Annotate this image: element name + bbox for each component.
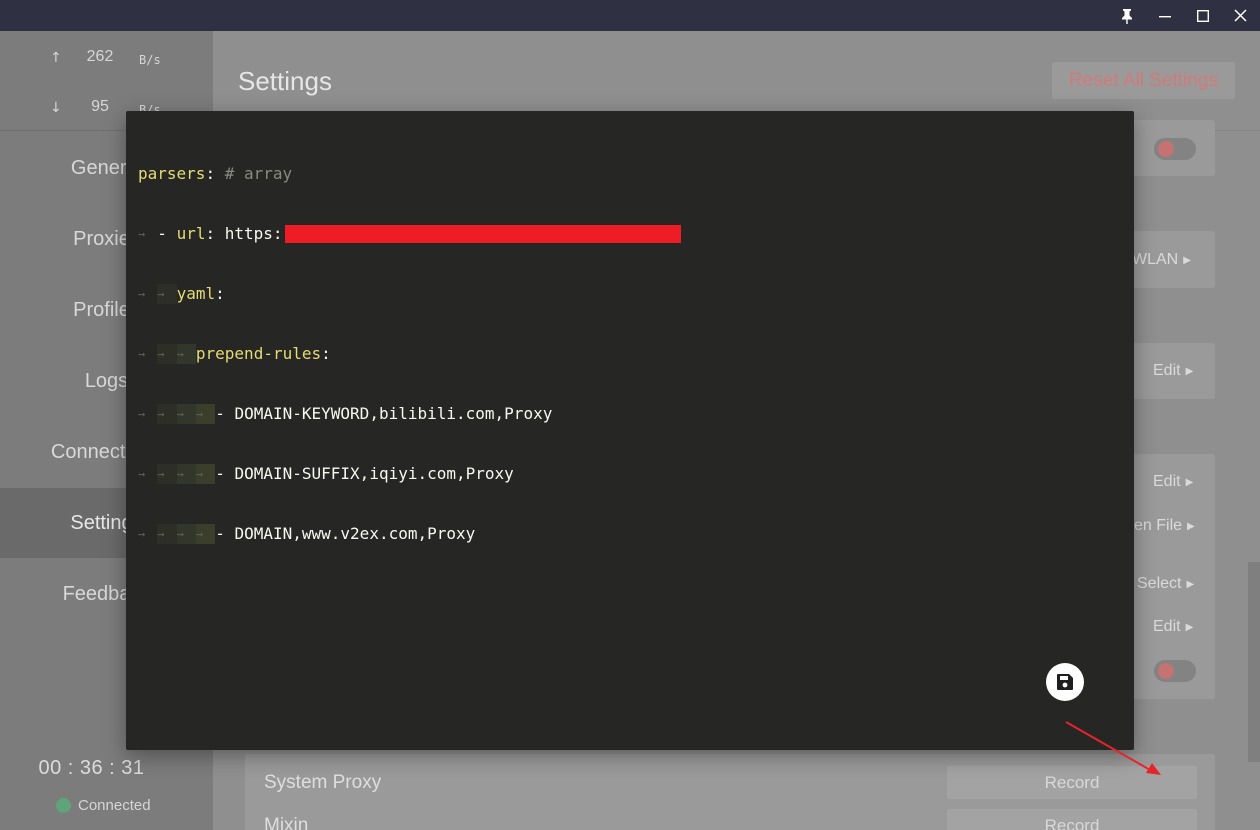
yaml-rule: - DOMAIN-KEYWORD,bilibili.com,Proxy — [215, 404, 553, 423]
status-dot-icon — [56, 798, 71, 813]
upload-speed: ↑ 262 B/s — [0, 46, 213, 76]
open-file-action[interactable]: en File ▶ — [1134, 517, 1195, 535]
minimize-icon[interactable] — [1146, 0, 1184, 31]
yaml-key: parsers — [138, 164, 206, 183]
yaml-colon: : — [205, 224, 216, 243]
indent-guide-icon: → — [138, 404, 158, 424]
code-line: → → → → - DOMAIN,www.v2ex.com,Proxy — [138, 524, 681, 544]
yaml-colon: : — [205, 164, 216, 183]
reset-all-settings-button[interactable]: Reset All Settings — [1052, 62, 1235, 99]
page-title: Settings — [238, 66, 332, 96]
code-line: → → → prepend-rules: — [138, 344, 681, 364]
indent-guide-icon: → — [157, 464, 177, 484]
open-file-label: en File — [1134, 517, 1183, 534]
wlan-action[interactable]: WLAN ▶ — [1132, 251, 1191, 269]
indent-guide-icon: → — [138, 284, 158, 304]
yaml-comment: # array — [224, 164, 293, 183]
indent-guide-icon: → — [138, 224, 158, 244]
indent-guide-icon: → — [195, 404, 216, 424]
system-proxy-label: System Proxy — [264, 772, 382, 793]
indent-guide-icon: → — [157, 344, 177, 364]
upload-arrow-icon: ↑ — [50, 50, 62, 66]
floppy-disk-icon — [1057, 674, 1073, 690]
indent-guide-icon: → — [138, 464, 158, 484]
yaml-dash: - — [157, 224, 177, 243]
indent-guide-icon: → — [138, 344, 158, 364]
status-label: Connected — [78, 797, 151, 814]
indent-guide-icon: → — [195, 524, 216, 544]
indent-guide-icon: → — [176, 344, 196, 364]
annotation-arrow — [1065, 721, 1161, 775]
toggle-switch[interactable] — [1154, 660, 1196, 682]
caret-right-icon: ▶ — [1185, 365, 1194, 377]
yaml-value: https: — [215, 224, 283, 243]
code-line: parsers: # array — [138, 164, 681, 184]
download-value: 95 — [91, 98, 109, 115]
caret-right-icon: ▶ — [1185, 476, 1194, 488]
edit-label: Edit — [1153, 473, 1181, 490]
yaml-key: yaml — [176, 284, 216, 303]
redaction-box — [284, 225, 681, 243]
indent-guide-icon: → — [157, 524, 177, 544]
pin-icon[interactable] — [1108, 0, 1146, 31]
caret-right-icon: ▶ — [1183, 254, 1191, 266]
scrollbar[interactable] — [1248, 562, 1260, 762]
yaml-key: prepend-rules — [195, 344, 322, 363]
yaml-colon: : — [215, 284, 225, 303]
code-editor[interactable]: parsers: # array → - url: https: → → yaml: … — [138, 124, 681, 584]
connection-status: Connected — [56, 797, 151, 814]
indent-guide-icon: → — [195, 464, 216, 484]
edit-action[interactable]: Edit ▶ — [1153, 618, 1193, 636]
yaml-editor-dialog[interactable]: parsers: # array → - url: https: → → yaml: … — [126, 111, 1161, 775]
toggle-switch[interactable] — [1154, 138, 1196, 160]
indent-guide-icon: → — [176, 524, 196, 544]
edit-action[interactable]: Edit ▶ — [1153, 473, 1193, 491]
yaml-colon: : — [321, 344, 331, 363]
wlan-label: WLAN — [1132, 251, 1179, 268]
code-line: → → → → - DOMAIN-KEYWORD,bilibili.com,Proxy — [138, 404, 681, 424]
upload-unit: B/s — [139, 53, 161, 67]
caret-right-icon: ▶ — [1186, 578, 1195, 590]
mixin-record-button[interactable]: Record — [947, 809, 1197, 830]
edit-action[interactable]: Edit ▶ — [1153, 362, 1193, 380]
yaml-rule: - DOMAIN,www.v2ex.com,Proxy — [215, 524, 476, 543]
indent-guide-icon: → — [157, 404, 177, 424]
select-label: Select — [1137, 575, 1182, 592]
edit-label: Edit — [1153, 362, 1181, 379]
indent-guide-icon: → — [138, 524, 158, 544]
indent-guide-icon: → — [176, 404, 196, 424]
yaml-key: url — [176, 224, 206, 243]
caret-right-icon: ▶ — [1187, 520, 1195, 532]
sidebar-item-label: Logs — [84, 369, 129, 392]
code-line: → - url: https: — [138, 224, 681, 244]
download-arrow-icon: ↓ — [50, 100, 62, 116]
title-bar — [0, 0, 1260, 31]
code-line: → → yaml: — [138, 284, 681, 304]
caret-right-icon: ▶ — [1185, 621, 1194, 633]
upload-value: 262 — [86, 48, 114, 65]
edit-label: Edit — [1153, 618, 1181, 635]
code-line: → → → → - DOMAIN-SUFFIX,iqiyi.com,Proxy — [138, 464, 681, 484]
indent-guide-icon: → — [157, 284, 177, 304]
yaml-rule: - DOMAIN-SUFFIX,iqiyi.com,Proxy — [215, 464, 514, 483]
indent-guide-icon: → — [176, 464, 196, 484]
mixin-label: Mixin — [264, 815, 309, 830]
session-timer: 00 : 36 : 31 — [38, 757, 145, 779]
maximize-icon[interactable] — [1184, 0, 1222, 31]
save-button[interactable] — [1046, 663, 1084, 701]
select-action[interactable]: Select ▶ — [1137, 575, 1194, 593]
close-icon[interactable] — [1221, 0, 1259, 31]
